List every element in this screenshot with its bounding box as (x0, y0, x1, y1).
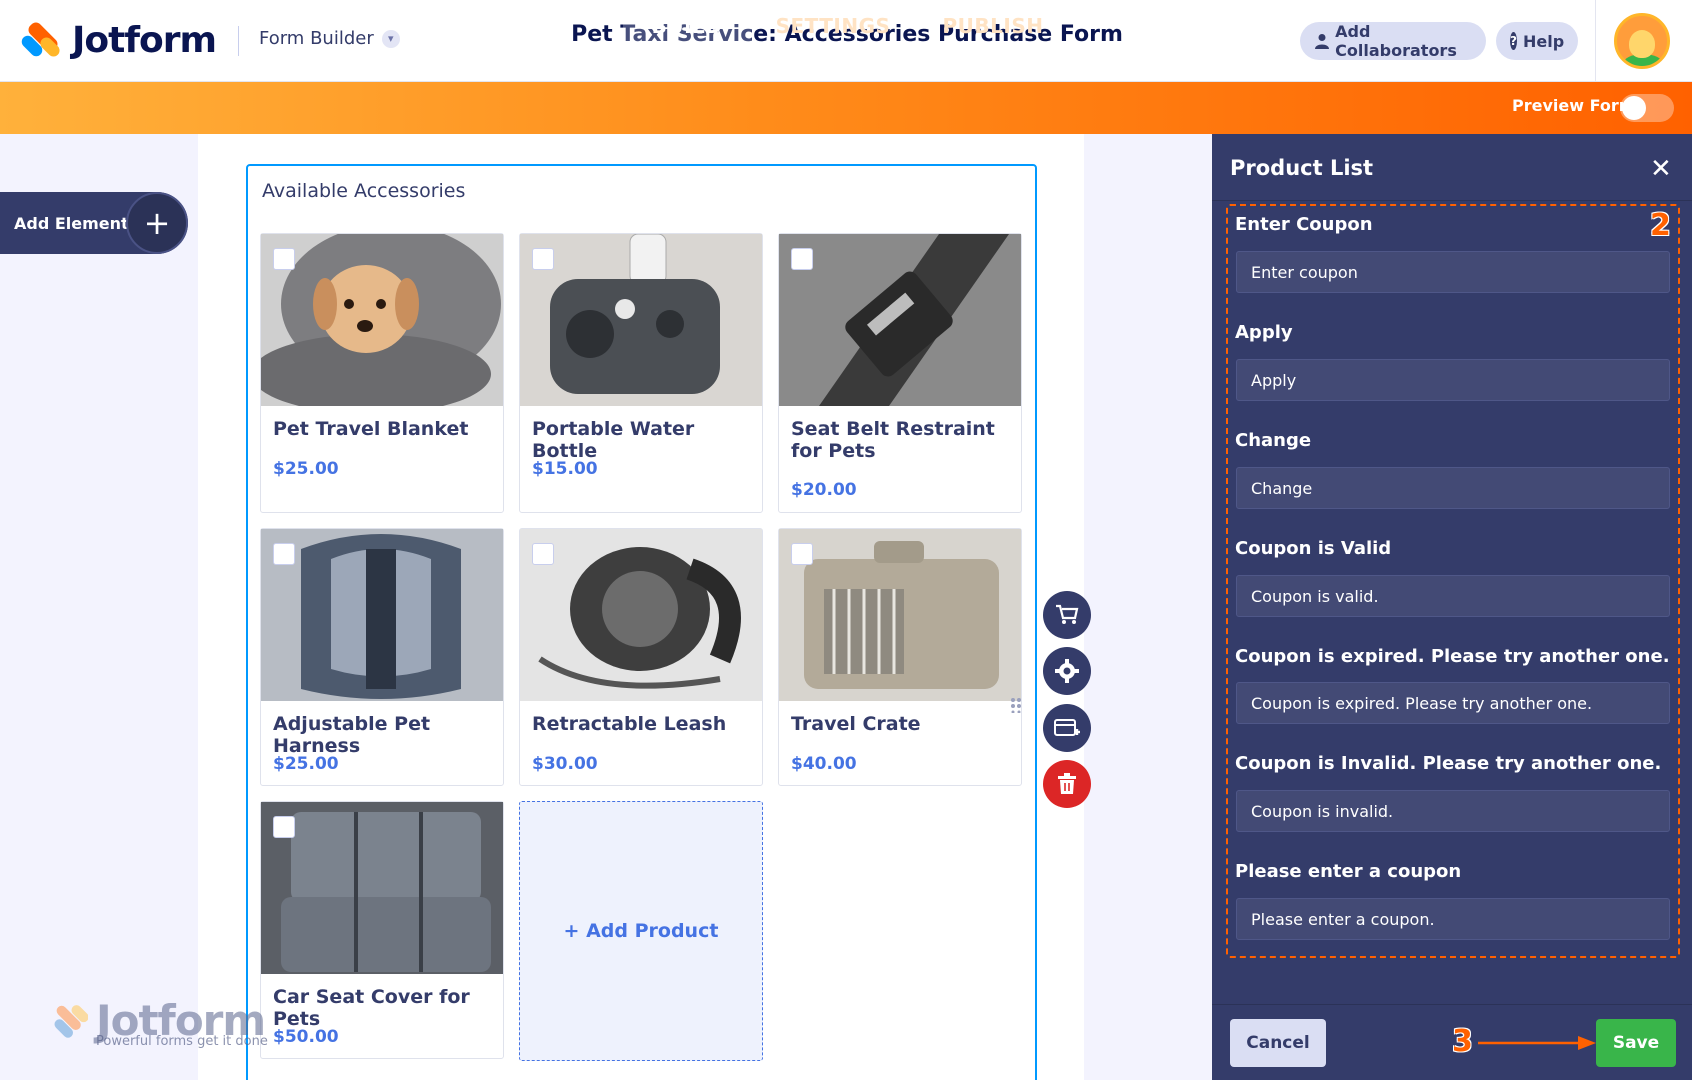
product-card[interactable]: Retractable Leash $30.00 (519, 528, 763, 786)
jotform-logo-icon (19, 19, 63, 60)
product-name: Portable Water Bottle (532, 418, 695, 462)
product-price: $40.00 (791, 754, 857, 774)
jotform-logo[interactable]: Jotform (19, 19, 217, 61)
add-element-label: Add Element (14, 213, 129, 233)
field-label-please-enter: Please enter a coupon (1235, 861, 1462, 882)
product-checkbox[interactable] (532, 248, 554, 270)
product-image-seat-cover (261, 802, 503, 974)
product-image-leash (520, 529, 762, 701)
field-label-change: Change (1235, 430, 1312, 451)
product-price: $15.00 (532, 459, 598, 479)
watermark-tagline: Powerful forms get it done (96, 1034, 268, 1049)
product-card[interactable]: Pet Travel Blanket $25.00 (260, 233, 504, 513)
field-label-enter-coupon: Enter Coupon (1235, 214, 1373, 235)
trash-icon[interactable] (1043, 760, 1091, 808)
panel-title: Product List (1230, 156, 1374, 180)
coupon-expired-input[interactable]: Coupon is expired. Please try another on… (1236, 682, 1670, 724)
cancel-button[interactable]: Cancel (1230, 1019, 1326, 1067)
product-image-travel-crate (779, 529, 1021, 701)
gear-icon[interactable] (1043, 647, 1091, 695)
field-label-coupon-invalid: Coupon is Invalid. Please try another on… (1235, 753, 1662, 774)
panel-footer-divider (1212, 1004, 1692, 1005)
cart-icon[interactable] (1043, 591, 1091, 639)
help-button[interactable]: ? Help (1496, 22, 1578, 60)
product-card[interactable]: Car Seat Cover for Pets $50.00 (260, 801, 504, 1059)
product-card[interactable]: Seat Belt Restraint for Pets $20.00 (778, 233, 1022, 513)
coupon-valid-input[interactable]: Coupon is valid. (1236, 575, 1670, 617)
preview-form-label: Preview Form (1512, 96, 1636, 115)
preview-form-toggle[interactable] (1620, 94, 1674, 122)
change-input[interactable]: Change (1236, 467, 1670, 509)
product-checkbox[interactable] (532, 543, 554, 565)
add-payment-icon[interactable] (1043, 704, 1091, 752)
chevron-down-icon: ▾ (381, 29, 400, 48)
product-price: $30.00 (532, 754, 598, 774)
user-icon (1314, 32, 1329, 50)
product-image-harness (261, 529, 503, 701)
field-label-coupon-valid: Coupon is Valid (1235, 538, 1392, 559)
product-card[interactable]: Travel Crate $40.00 (778, 528, 1022, 786)
step-badge-2: 2 (1650, 208, 1671, 243)
header-divider-right (1595, 0, 1596, 82)
add-collaborators-button[interactable]: Add Collaborators (1300, 22, 1486, 60)
product-name: Seat Belt Restraint for Pets (791, 418, 995, 462)
apply-input[interactable]: Apply (1236, 359, 1670, 401)
product-name: Retractable Leash (532, 713, 727, 735)
arrow-icon (1478, 1036, 1596, 1050)
product-price: $25.00 (273, 459, 339, 479)
question-icon: ? (1510, 32, 1517, 50)
product-price: $20.00 (791, 480, 857, 500)
product-name: Travel Crate (791, 713, 921, 735)
product-image-seat-belt (779, 234, 1021, 406)
drag-handle-icon[interactable] (1010, 697, 1022, 714)
product-name: Car Seat Cover for Pets (273, 986, 470, 1030)
product-name: Adjustable Pet Harness (273, 713, 431, 757)
product-card[interactable]: Portable Water Bottle $15.00 (519, 233, 763, 513)
add-product-button[interactable]: + Add Product (519, 801, 763, 1061)
enter-coupon-input[interactable]: Enter coupon (1236, 251, 1670, 293)
product-checkbox[interactable] (791, 248, 813, 270)
panel-divider (1212, 200, 1692, 201)
product-image-blanket (261, 234, 503, 406)
product-checkbox[interactable] (273, 543, 295, 565)
tab-build[interactable]: BUILD (623, 0, 751, 52)
product-checkbox[interactable] (791, 543, 813, 565)
product-name: Pet Travel Blanket (273, 418, 469, 440)
close-icon[interactable]: ✕ (1650, 154, 1672, 184)
field-label-coupon-expired: Coupon is expired. Please try another on… (1235, 646, 1670, 667)
tab-settings[interactable]: SETTINGS (773, 0, 893, 52)
product-card[interactable]: Adjustable Pet Harness $25.00 (260, 528, 504, 786)
add-element-button[interactable]: Add Element + (0, 192, 188, 254)
header-divider (238, 26, 239, 56)
step-badge-3: 3 (1452, 1024, 1473, 1059)
form-builder-dropdown[interactable]: Form Builder ▾ (259, 28, 400, 49)
avatar[interactable] (1614, 13, 1670, 69)
section-title[interactable]: Available Accessories (262, 180, 465, 202)
help-label: Help (1522, 31, 1565, 51)
plus-icon: + (126, 192, 188, 254)
builder-nav (0, 82, 1692, 134)
product-checkbox[interactable] (273, 816, 295, 838)
please-enter-coupon-input[interactable]: Please enter a coupon. (1236, 898, 1670, 940)
product-checkbox[interactable] (273, 248, 295, 270)
brand-name: Jotform (72, 20, 217, 61)
add-collaborators-label: Add Collaborators (1335, 22, 1457, 60)
field-label-apply: Apply (1235, 322, 1293, 343)
product-image-water-bottle (520, 234, 762, 406)
coupon-invalid-input[interactable]: Coupon is invalid. (1236, 790, 1670, 832)
jotform-watermark-logo-icon (48, 1000, 89, 1040)
save-button[interactable]: Save (1596, 1019, 1676, 1067)
tab-publish[interactable]: PUBLISH (938, 0, 1048, 52)
product-price: $25.00 (273, 754, 339, 774)
builder-label: Form Builder (259, 28, 374, 49)
